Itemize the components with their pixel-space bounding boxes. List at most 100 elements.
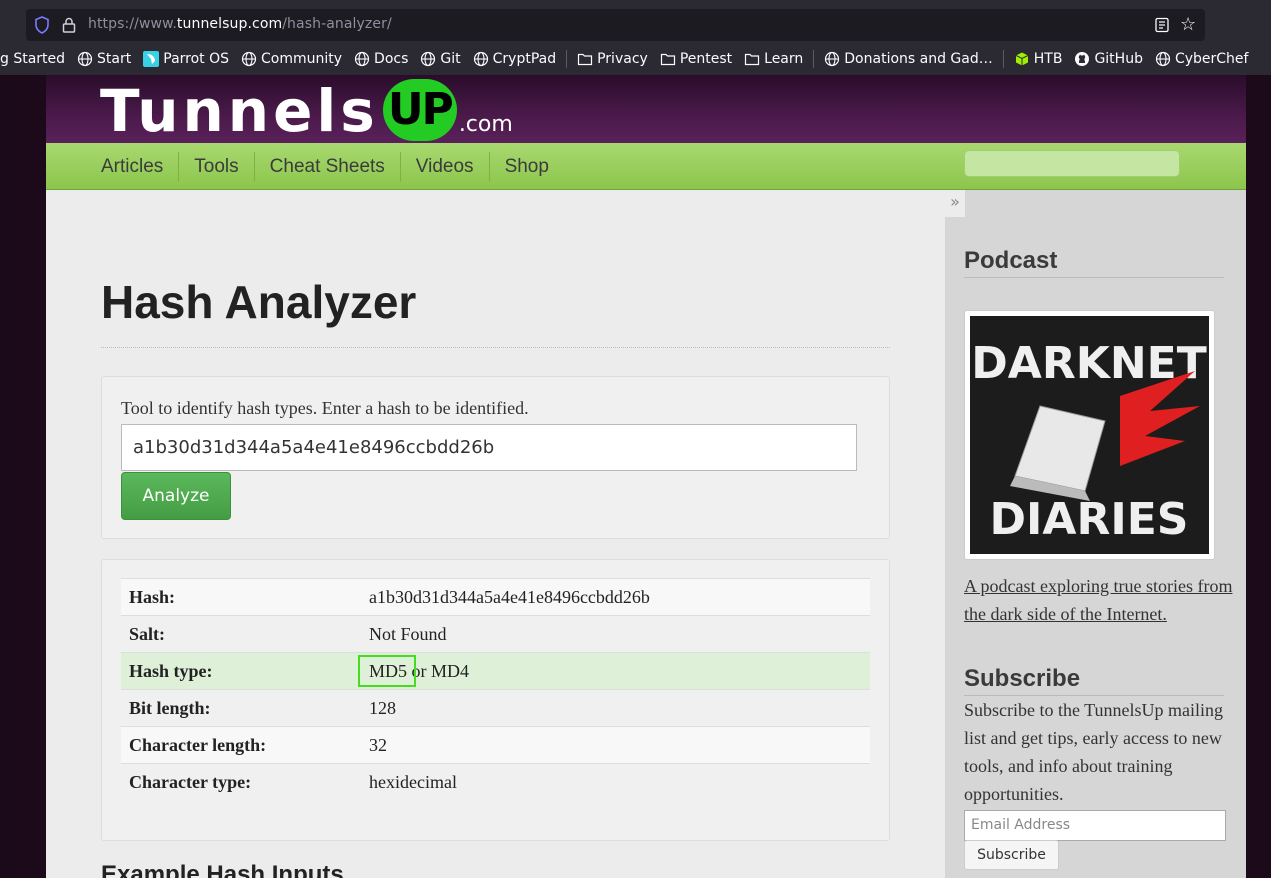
lock-icon[interactable] (62, 16, 76, 34)
bookmark-label: Start (97, 51, 132, 67)
bookmark-label: Donations and Gad… (844, 51, 993, 67)
bookmark-cryptpad[interactable]: CryptPad (467, 47, 562, 71)
analyze-button[interactable]: Analyze (121, 472, 231, 520)
bookmark-github[interactable]: GitHub (1068, 47, 1149, 71)
table-row: Bit length: 128 (121, 689, 870, 727)
bookmark-label: Docs (374, 51, 409, 67)
darknet-diaries-art: DARKNET DIARIES (970, 316, 1209, 554)
folder-icon (745, 53, 760, 66)
sidebar-collapse-toggle[interactable]: » (945, 190, 965, 217)
page-title: Hash Analyzer (101, 276, 417, 328)
bookmark-start[interactable]: Start (71, 47, 137, 71)
hash-type-highlight-box (358, 655, 416, 687)
podcast-link[interactable]: A podcast exploring true stories from th… (964, 572, 1234, 628)
subscribe-description: Subscribe to the TunnelsUp mailing list … (964, 700, 1224, 804)
title-divider (101, 347, 890, 348)
bookmark-parrot-os[interactable]: Parrot OS (137, 47, 235, 71)
globe-icon (77, 51, 93, 67)
hash-tool-panel: Tool to identify hash types. Enter a has… (101, 376, 890, 539)
globe-icon (825, 51, 840, 67)
nav-shop[interactable]: Shop (490, 152, 564, 182)
bookmark-folder-learn[interactable]: Learn (738, 47, 809, 71)
podcast-heading: Podcast (964, 247, 1224, 278)
logo-up-badge: UP (382, 79, 457, 141)
site-container: Tunnels UP .com Articles Tools Cheat She… (46, 75, 1246, 878)
logo-domain: .com (458, 112, 513, 137)
table-row: Salt: Not Found (121, 615, 870, 653)
globe-icon (1155, 51, 1171, 67)
nav-tools[interactable]: Tools (179, 151, 255, 182)
bookmark-separator (566, 50, 568, 68)
bookmark-label: g Started (0, 51, 66, 67)
logo-text: Tunnels (100, 77, 379, 145)
globe-icon (473, 51, 488, 67)
bookmark-label: Privacy (597, 51, 648, 67)
bookmark-community[interactable]: Community (235, 47, 348, 71)
bookmark-separator (1002, 50, 1004, 68)
result-key: Hash: (129, 586, 176, 607)
shield-icon[interactable] (34, 16, 50, 34)
globe-icon (421, 51, 436, 67)
bookmark-docs[interactable]: Docs (348, 47, 414, 71)
url-text[interactable]: https://www.tunnelsup.com/hash-analyzer/ (88, 16, 392, 32)
folder-icon (660, 53, 675, 66)
htb-cube-icon (1015, 52, 1028, 66)
bookmark-label: Pentest (679, 51, 733, 67)
parrot-icon (143, 51, 160, 67)
address-bar[interactable]: https://www.tunnelsup.com/hash-analyzer/… (26, 9, 1205, 41)
bookmark-label: CryptPad (492, 51, 557, 67)
bookmark-folder-privacy[interactable]: Privacy (571, 47, 654, 71)
table-row: Character type: hexidecimal (121, 763, 870, 801)
main-nav: Articles Tools Cheat Sheets Videos Shop (46, 143, 1246, 190)
example-hash-heading: Example Hash Inputs (101, 861, 344, 878)
folder-icon (578, 53, 593, 66)
bookmark-git[interactable]: Git (414, 47, 466, 71)
bookmarks-toolbar: g Started Start Parrot OS Community Docs… (0, 47, 1271, 71)
result-value: 128 (369, 697, 396, 718)
table-row: Hash: a1b30d31d344a5a4e41e8496ccbdd26b (121, 578, 870, 616)
bookmark-getting-started[interactable]: g Started (0, 47, 71, 71)
result-key: Bit length: (129, 697, 211, 718)
site-search-input[interactable] (964, 150, 1180, 177)
result-value: hexidecimal (369, 771, 457, 792)
globe-icon (241, 51, 257, 67)
github-icon (1075, 52, 1090, 66)
bookmark-star-icon[interactable]: ☆ (1180, 15, 1200, 35)
nav-cheat-sheets[interactable]: Cheat Sheets (255, 151, 401, 182)
bookmark-label: GitHub (1094, 51, 1143, 67)
site-header: Tunnels UP .com (46, 75, 1246, 143)
bookmark-cyberchef[interactable]: CyberChef (1149, 47, 1255, 71)
subscribe-heading: Subscribe (964, 665, 1224, 696)
site-logo[interactable]: Tunnels UP .com (100, 77, 513, 143)
browser-toolbar: https://www.tunnelsup.com/hash-analyzer/… (0, 0, 1271, 75)
table-row: Character length: 32 (121, 726, 870, 764)
result-key: Character length: (129, 734, 267, 755)
bookmark-label: Parrot OS (163, 51, 230, 67)
bookmark-label: HTB (1033, 51, 1063, 67)
result-key: Character type: (129, 771, 252, 792)
nav-articles[interactable]: Articles (86, 151, 180, 182)
results-table: Hash: a1b30d31d344a5a4e41e8496ccbdd26b S… (121, 578, 870, 801)
result-key: Hash type: (129, 660, 213, 681)
bookmark-folder-pentest[interactable]: Pentest (654, 47, 738, 71)
podcast-cover-image[interactable]: DARKNET DIARIES (964, 310, 1215, 560)
subscribe-button[interactable]: Subscribe (964, 840, 1059, 870)
bookmark-label: Git (440, 51, 461, 67)
hash-input[interactable]: a1b30d31d344a5a4e41e8496ccbdd26b (121, 424, 857, 471)
bookmark-label: Community (261, 51, 343, 67)
bookmark-htb[interactable]: HTB (1008, 47, 1069, 71)
result-key: Salt: (129, 623, 165, 644)
globe-icon (354, 51, 370, 67)
result-value: MD5 or MD4 (369, 660, 470, 681)
bookmark-separator (813, 50, 815, 68)
nav-videos[interactable]: Videos (401, 151, 490, 182)
tool-description: Tool to identify hash types. Enter a has… (121, 398, 529, 418)
podcast-art-title-bottom: DIARIES (990, 494, 1189, 545)
email-field[interactable]: Email Address (964, 810, 1226, 841)
table-row-highlighted: Hash type: MD5 or MD4 (121, 652, 870, 690)
podcast-art-graphic: DARKNET DIARIES (970, 316, 1209, 554)
reader-view-icon[interactable] (1154, 17, 1170, 33)
results-panel: Hash: a1b30d31d344a5a4e41e8496ccbdd26b S… (101, 559, 890, 841)
bookmark-donations[interactable]: Donations and Gad… (818, 47, 998, 71)
result-value: a1b30d31d344a5a4e41e8496ccbdd26b (369, 586, 650, 607)
